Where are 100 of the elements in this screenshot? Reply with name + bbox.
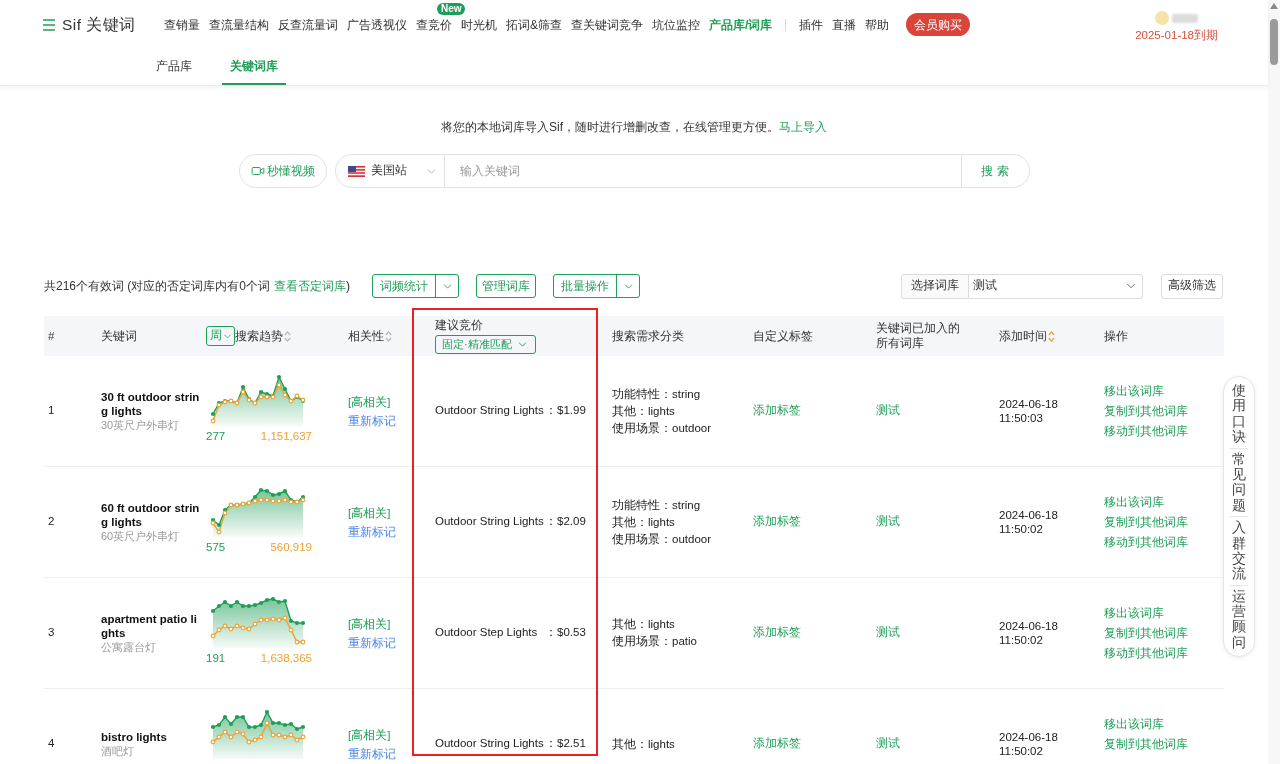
bid-price: ：$2.51 bbox=[545, 736, 586, 752]
help-panel-item[interactable]: 常见问题 bbox=[1232, 448, 1246, 517]
library-link[interactable]: 测试 bbox=[876, 513, 900, 531]
row-action-link[interactable]: 移出该词库 bbox=[1104, 717, 1164, 731]
subnav-tab[interactable]: 产品库 bbox=[148, 49, 200, 85]
help-panel-item[interactable]: 使用口诀 bbox=[1232, 380, 1246, 448]
added-time: 2024-06-18 11:50:02 bbox=[999, 508, 1059, 536]
help-panel-item[interactable]: 运营顾问 bbox=[1232, 585, 1246, 654]
match-type-select[interactable]: 固定·精准匹配 bbox=[435, 335, 536, 354]
row-action-link[interactable]: 复制到其他词库 bbox=[1104, 404, 1188, 418]
column-header: 关键词 bbox=[101, 328, 137, 344]
nav-item[interactable]: 帮助 bbox=[865, 15, 890, 34]
keyword-translation: 60英尺户外串灯 bbox=[101, 529, 181, 543]
add-tag-link[interactable]: 添加标签 bbox=[753, 402, 801, 420]
row-action-link[interactable]: 移出该词库 bbox=[1104, 606, 1164, 620]
trend-end-value: 1,151,637 bbox=[260, 429, 312, 444]
demand-category: 其他：lights bbox=[612, 403, 676, 419]
demand-category: 功能特性：string bbox=[612, 386, 702, 402]
row-action-link[interactable]: 移动到其他词库 bbox=[1104, 646, 1188, 660]
demand-category: 其他：lights bbox=[612, 617, 676, 632]
column-header: 建议竞价 bbox=[435, 318, 483, 333]
sort-icon[interactable] bbox=[385, 330, 392, 342]
relevance-label: [高相关] bbox=[348, 394, 391, 409]
nav-item[interactable]: 反查流量词 bbox=[277, 15, 338, 34]
remark-link[interactable]: 重新标记 bbox=[348, 635, 396, 650]
demand-category: 其他：lights bbox=[612, 736, 676, 752]
row-action-link[interactable]: 复制到其他词库 bbox=[1104, 515, 1188, 529]
remark-link[interactable]: 重新标记 bbox=[348, 413, 396, 428]
column-header: 相关性 bbox=[348, 328, 384, 344]
bid-price: ：$2.09 bbox=[545, 514, 586, 530]
column-header: 搜索趋势 bbox=[235, 328, 283, 344]
bid-keyword: Outdoor String Lights bbox=[435, 403, 545, 419]
demand-category: 其他：lights bbox=[612, 514, 676, 530]
nav-item[interactable]: 时光机 bbox=[460, 15, 497, 34]
logo-text: Sif 关键词 bbox=[62, 15, 136, 36]
avatar-icon[interactable] bbox=[1155, 11, 1170, 26]
advanced-filter-button[interactable]: 高级筛选 bbox=[1161, 273, 1223, 299]
demand-category: 使用场景：outdoor bbox=[612, 531, 712, 547]
row-number: 1 bbox=[48, 403, 55, 419]
row-action-link[interactable]: 移动到其他词库 bbox=[1104, 424, 1188, 438]
add-tag-link[interactable]: 添加标签 bbox=[753, 735, 801, 753]
bid-keyword: Outdoor String Lights bbox=[435, 514, 545, 530]
vip-purchase-button[interactable]: 会员购买 bbox=[906, 13, 971, 37]
remark-link[interactable]: 重新标记 bbox=[348, 524, 396, 539]
subnav-tab[interactable]: 关键词库 bbox=[222, 49, 286, 85]
trend-end-value: 1,638,365 bbox=[260, 651, 312, 666]
row-action-link[interactable]: 移动到其他词库 bbox=[1104, 535, 1188, 549]
nav-item[interactable]: 插件 bbox=[799, 15, 824, 34]
keyword-input[interactable]: 输入关键词 bbox=[444, 154, 961, 188]
demand-category: 使用场景：outdoor bbox=[612, 420, 712, 436]
keyword-translation: 公寓露台灯 bbox=[101, 640, 157, 654]
relevance-label: [高相关] bbox=[348, 727, 391, 742]
add-tag-link[interactable]: 添加标签 bbox=[753, 624, 801, 642]
sort-icon[interactable] bbox=[284, 330, 291, 342]
row-number: 2 bbox=[48, 514, 55, 530]
column-header: 自定义标签 bbox=[753, 328, 813, 344]
column-header: 操作 bbox=[1104, 328, 1128, 344]
site-select[interactable]: 美国站 bbox=[334, 154, 445, 188]
nav-item[interactable]: 拓词&筛查 bbox=[505, 15, 562, 34]
relevance-label: [高相关] bbox=[348, 616, 391, 631]
nav-item[interactable]: 产品库/词库 bbox=[708, 15, 773, 34]
library-select[interactable]: 测试 bbox=[969, 273, 1143, 299]
row-action-link[interactable]: 复制到其他词库 bbox=[1104, 626, 1188, 640]
row-action-link[interactable]: 移出该词库 bbox=[1104, 495, 1164, 509]
new-badge: New bbox=[436, 2, 466, 15]
nav-item[interactable]: 查流量结构 bbox=[208, 15, 269, 34]
scroll-up-icon[interactable] bbox=[1270, 3, 1278, 9]
trend-end-value: 560,919 bbox=[270, 540, 312, 555]
library-link[interactable]: 测试 bbox=[876, 402, 900, 420]
relevance-label: [高相关] bbox=[348, 505, 391, 520]
add-tag-link[interactable]: 添加标签 bbox=[753, 513, 801, 531]
column-header: # bbox=[48, 328, 55, 344]
toolbar-button[interactable]: 批量操作 bbox=[554, 275, 617, 297]
keyword-count-text: 共216个有效词 (对应的否定词库内有0个词 查看否定词库) bbox=[44, 277, 351, 295]
sort-icon[interactable] bbox=[1048, 330, 1055, 342]
bid-price: ：$1.99 bbox=[545, 403, 586, 419]
keyword-text: apartment patio lights bbox=[101, 612, 198, 640]
negative-library-link[interactable]: 查看否定词库 bbox=[274, 277, 347, 295]
bid-price: ：$0.53 bbox=[545, 625, 586, 641]
nav-item[interactable]: 查竞价 bbox=[415, 15, 452, 34]
nav-item[interactable]: 坑位监控 bbox=[651, 15, 700, 34]
library-link[interactable]: 测试 bbox=[876, 735, 900, 753]
toolbar-button[interactable]: 词频统计 bbox=[373, 275, 436, 297]
row-action-link[interactable]: 复制到其他词库 bbox=[1104, 737, 1188, 751]
scrollbar[interactable] bbox=[1268, 0, 1280, 764]
scrollbar-thumb[interactable] bbox=[1270, 19, 1278, 65]
bid-keyword: Outdoor String Lights bbox=[435, 736, 545, 752]
help-panel-item[interactable]: 入群交流 bbox=[1232, 517, 1246, 585]
nav-item[interactable]: 广告透视仪 bbox=[346, 15, 407, 34]
period-select[interactable]: 周 bbox=[206, 326, 235, 346]
import-now-link[interactable]: 马上导入 bbox=[779, 119, 827, 135]
menu-icon[interactable] bbox=[43, 18, 55, 31]
nav-item[interactable]: 直播 bbox=[832, 15, 857, 34]
row-action-link[interactable]: 移出该词库 bbox=[1104, 384, 1164, 398]
expiry-date-text: 2025-01-18到期 bbox=[1135, 28, 1218, 44]
nav-item[interactable]: 查销量 bbox=[163, 15, 200, 34]
nav-item[interactable]: 查关键词竞争 bbox=[570, 15, 643, 34]
library-link[interactable]: 测试 bbox=[876, 624, 900, 642]
toolbar-button[interactable]: 管理词库 bbox=[476, 274, 537, 298]
remark-link[interactable]: 重新标记 bbox=[348, 746, 396, 761]
